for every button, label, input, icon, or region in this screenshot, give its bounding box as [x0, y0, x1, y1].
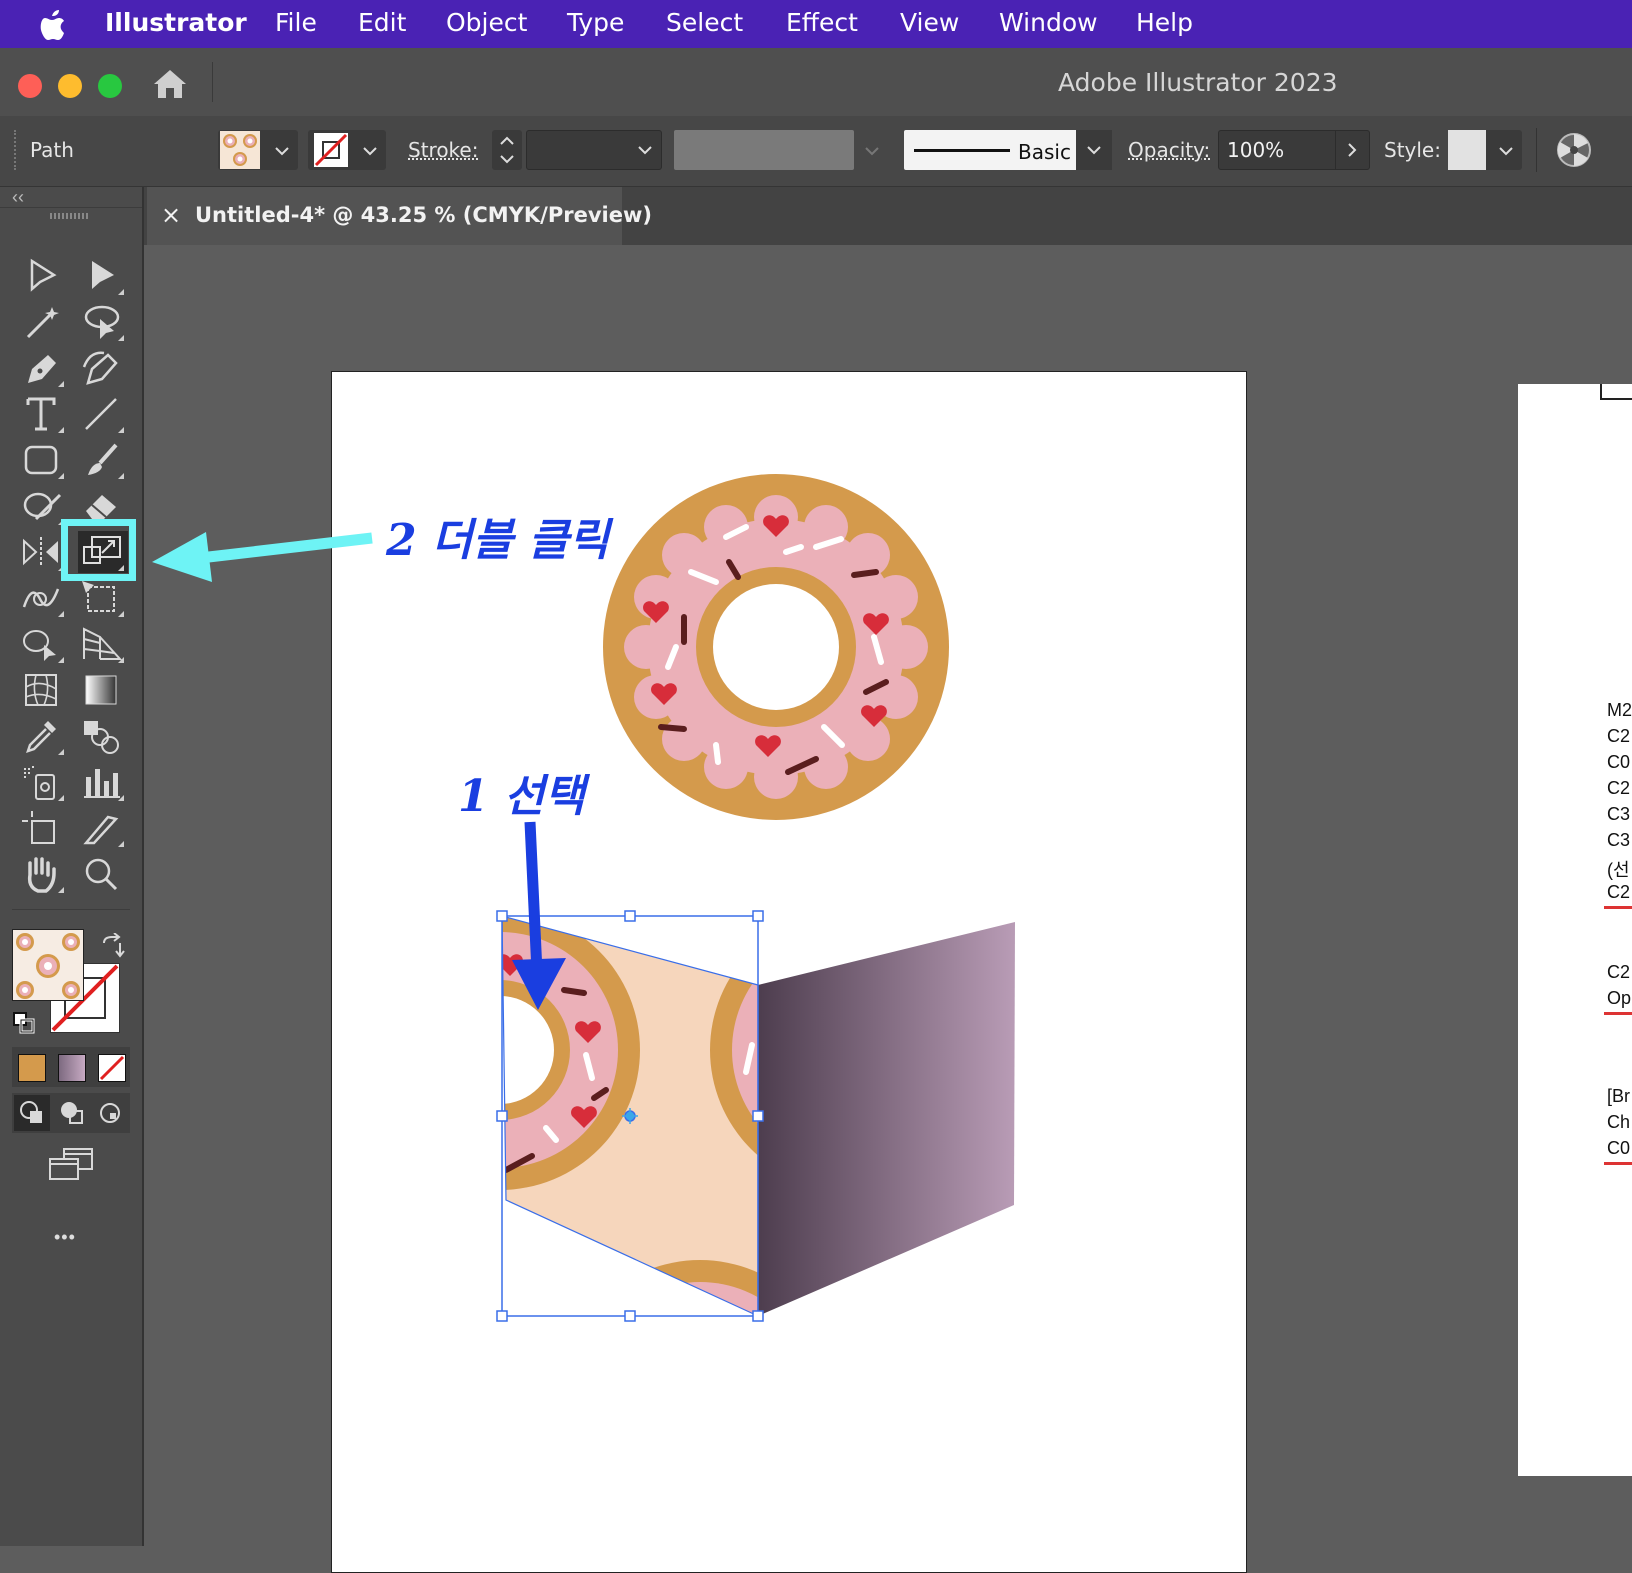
donut-hole: [713, 584, 839, 710]
artwork-layer: [152, 474, 1015, 1540]
resize-handle[interactable]: [624, 910, 636, 922]
step-1-annotation: 1 선택: [458, 771, 585, 822]
resize-handle[interactable]: [752, 1310, 764, 1322]
resize-handle[interactable]: [496, 1310, 508, 1322]
box-illustration[interactable]: [360, 910, 1015, 1540]
box-side-panel: [758, 922, 1015, 1316]
resize-handle[interactable]: [496, 1110, 508, 1122]
resize-handle[interactable]: [752, 1110, 764, 1122]
resize-handle[interactable]: [624, 1310, 636, 1322]
step-2-annotation: 2 더블 클릭: [386, 515, 610, 566]
donut-illustration[interactable]: [603, 474, 949, 820]
resize-handle[interactable]: [752, 910, 764, 922]
annotation-arrow-cyan: [152, 532, 373, 582]
resize-handle[interactable]: [496, 910, 508, 922]
